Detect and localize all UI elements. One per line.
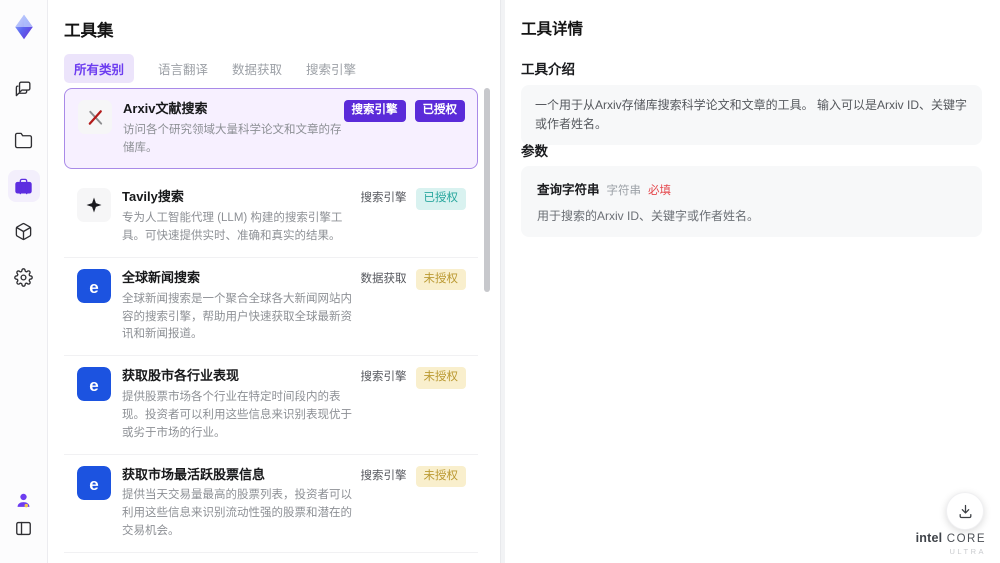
download-button[interactable]	[946, 492, 984, 530]
news-app-icon: e	[77, 268, 111, 303]
tab-4[interactable]: 搜索引擎	[306, 54, 356, 83]
tool-name: Arxiv文献搜索	[123, 101, 208, 116]
tool-list-item-1[interactable]: Arxiv文献搜索访问各个研究领域大量科学论文和文章的存储库。 搜索引擎 已授权	[64, 88, 478, 170]
svg-text:e: e	[89, 376, 98, 395]
svg-text:e: e	[89, 278, 98, 297]
badge-group: 搜索引擎 未授权	[360, 367, 466, 389]
tool-list-item-2[interactable]: Tavily搜索专为人工智能代理 (LLM) 构建的搜索引擎工具。可快速提供实时…	[64, 177, 478, 257]
tab-2[interactable]: 语言翻译	[158, 54, 208, 83]
folder-icon[interactable]	[8, 124, 40, 156]
download-icon	[959, 504, 971, 518]
category-badge: 搜索引擎	[360, 469, 407, 482]
sidebar-rail	[0, 0, 48, 563]
badge-group: 数据获取 未授权	[360, 268, 466, 291]
auth-status-badge: 已授权	[415, 188, 466, 210]
ultra-brand-text: ULTRA	[949, 547, 986, 557]
app-window: 工具集 所有类别 语言翻译 数据获取 搜索引擎 Arxiv文献搜索 访问各个研究领域大量…	[0, 0, 1000, 563]
tool-name: 获取市场最活跃股票信息	[122, 466, 266, 482]
tool-list-item-3[interactable]: e 全球新闻搜索全球新闻搜索是一个聚合全球各大新闻网站内容的搜索引擎，帮助用户快速…	[64, 256, 478, 356]
tab-3[interactable]: 数据获取	[232, 54, 282, 83]
tool-list-item-5[interactable]: e 获取市场最活跃股票信息提供当天交易量最高的股票列表，投资者可以利用这些信息来识…	[64, 453, 478, 552]
tool-name: 全球新闻搜索	[122, 269, 201, 285]
core-brand-text: core	[946, 532, 986, 545]
panel-divider	[501, 0, 505, 563]
details-title: 工具详情	[521, 21, 584, 38]
category-badge: 搜索引擎	[360, 192, 407, 205]
tool-list: Arxiv文献搜索 访问各个研究领域大量科学论文和文章的存储库。 搜索引擎 已授权 Ta…	[64, 88, 478, 563]
parameter-header: 查询字符串 字符串 必填	[537, 179, 966, 198]
parameter-card: 查询字符串 字符串 必填 用于搜索的Arxiv ID、关键字或作者姓名。	[521, 166, 982, 237]
tool-description: 访问各个研究领域大量科学论文和文章的存储库。	[123, 123, 342, 154]
intel-core-logo: intel core ULTRA	[916, 529, 986, 557]
tool-list-item-6[interactable]: 万维地区新闻查询查询具体行政区划内的新闻，快速了解各地新闻动态搜索引擎未授权	[64, 551, 478, 563]
svg-text:e: e	[89, 475, 98, 494]
params-heading: 参数	[521, 144, 548, 159]
category-tabs: 所有类别 语言翻译 数据获取 搜索引擎	[64, 54, 356, 83]
parameter-type: 字符串	[606, 185, 642, 197]
cube-icon[interactable]	[8, 215, 40, 247]
tab-1[interactable]: 所有类别	[64, 54, 135, 83]
category-badge: 搜索引擎	[360, 371, 407, 384]
toolbox-icon[interactable]	[7, 170, 40, 202]
news-app-icon: e	[77, 367, 111, 402]
collapse-sidebar-icon[interactable]	[8, 512, 40, 544]
intro-heading: 工具介绍	[521, 62, 575, 77]
parameter-name: 查询字符串	[537, 183, 600, 197]
tavily-logo-icon	[77, 188, 111, 223]
news-app-icon: e	[77, 465, 111, 500]
required-badge: 必填	[648, 185, 672, 197]
tools-panel: 工具集 所有类别 语言翻译 数据获取 搜索引擎 Arxiv文献搜索 访问各个研究领域大量…	[48, 0, 501, 563]
tool-description: 提供股票市场各个行业在特定时间段内的表现。投资者可以利用这些信息来识别表现优于或…	[122, 391, 352, 439]
app-logo-icon[interactable]	[10, 13, 38, 41]
intro-card: 一个用于从Arxiv存储库搜索科学论文和文章的工具。 输入可以是Arxiv ID…	[521, 85, 982, 146]
auth-status-badge: 未授权	[415, 465, 466, 487]
badge-group: 搜索引擎 已授权	[343, 100, 465, 122]
badge-group: 搜索引擎 已授权	[360, 188, 466, 210]
settings-icon[interactable]	[8, 261, 40, 293]
tool-name: 获取股市各行业表现	[122, 368, 240, 384]
page-title: 工具集	[64, 22, 114, 40]
tool-description: 提供当天交易量最高的股票列表，投资者可以利用这些信息来识别流动性强的股票和潜在的…	[122, 489, 352, 537]
arxiv-logo-icon	[78, 100, 112, 134]
details-panel: 工具详情 工具介绍 一个用于从Arxiv存储库搜索科学论文和文章的工具。 输入可…	[505, 0, 1000, 563]
auth-status-badge: 未授权	[415, 268, 466, 291]
parameter-description: 用于搜索的Arxiv ID、关键字或作者姓名。	[537, 209, 760, 223]
category-badge: 数据获取	[360, 272, 407, 285]
intel-brand-text: intel	[915, 530, 943, 545]
category-badge: 搜索引擎	[343, 100, 406, 122]
tool-name: Tavily搜索	[122, 189, 184, 205]
badge-group: 搜索引擎 未授权	[360, 465, 466, 487]
chat-icon[interactable]	[8, 72, 40, 104]
tool-description: 全球新闻搜索是一个聚合全球各大新闻网站内容的搜索引擎，帮助用户快速获取全球最新资…	[122, 292, 352, 341]
auth-status-badge: 未授权	[415, 367, 466, 389]
scrollbar[interactable]	[484, 88, 490, 292]
tool-list-item-4[interactable]: e 获取股市各行业表现提供股票市场各个行业在特定时间段内的表现。投资者可以利用这些…	[64, 355, 478, 454]
tool-description: 专为人工智能代理 (LLM) 构建的搜索引擎工具。可快速提供实时、准确和真实的结…	[122, 212, 343, 243]
auth-status-badge: 已授权	[414, 100, 465, 122]
